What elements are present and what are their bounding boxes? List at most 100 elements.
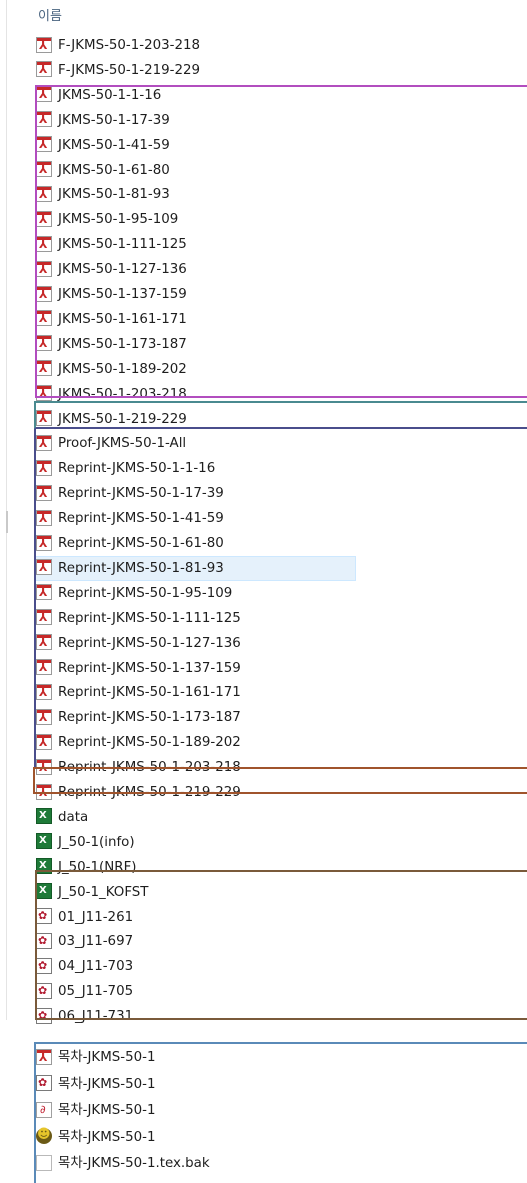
file-name: JKMS-50-1-137-159 — [58, 287, 187, 302]
file-row[interactable]: Reprint-JKMS-50-1-1-16 — [36, 456, 215, 481]
dvi-icon — [36, 957, 52, 974]
file-name: JKMS-50-1-1-16 — [58, 87, 162, 103]
pdf-icon — [36, 210, 52, 227]
file-row[interactable]: data — [36, 805, 88, 830]
file-name: 04_J11-703 — [58, 959, 134, 975]
dvi-icon — [36, 1075, 52, 1091]
file-name: 목차-JKMS-50-1 — [58, 1129, 156, 1145]
pdf-icon — [36, 609, 52, 626]
file-row[interactable]: JKMS-50-1-111-125 — [36, 232, 187, 257]
pdf-icon — [36, 459, 52, 476]
file-row[interactable]: JKMS-50-1-81-93 — [36, 182, 170, 207]
file-row[interactable]: JKMS-50-1-41-59 — [36, 133, 170, 158]
file-row[interactable]: J_50-1_KOFST — [36, 880, 148, 905]
file-row[interactable]: JKMS-50-1-17-39 — [36, 108, 170, 133]
file-name: Reprint-JKMS-50-1-189-202 — [58, 735, 241, 751]
file-row[interactable]: JKMS-50-1-189-202 — [36, 357, 187, 382]
file-name: Reprint-JKMS-50-1-111-125 — [58, 610, 241, 626]
file-row[interactable]: F-JKMS-50-1-203-218 — [36, 33, 200, 58]
file-name: JKMS-50-1-41-59 — [58, 137, 170, 153]
file-name: Reprint-JKMS-50-1-17-39 — [58, 486, 224, 502]
file-row[interactable]: Reprint-JKMS-50-1-189-202 — [36, 730, 241, 755]
file-row[interactable]: Reprint-JKMS-50-1-111-125 — [36, 606, 241, 631]
file-name: F-JKMS-50-1-219-229 — [58, 62, 201, 78]
file-name: Reprint-JKMS-50-1-61-80 — [58, 536, 224, 551]
file-row[interactable]: JKMS-50-1-95-109 — [36, 207, 178, 232]
file-name: Reprint-JKMS-50-1-161-171 — [58, 685, 241, 701]
pdf-icon — [36, 708, 52, 725]
pdf-icon — [36, 161, 52, 177]
file-name: JKMS-50-1-219-229 — [58, 411, 187, 427]
file-row[interactable]: Reprint-JKMS-50-1-61-80 — [36, 531, 224, 556]
file-name: JKMS-50-1-127-136 — [58, 262, 187, 278]
pdf-icon — [36, 559, 52, 576]
pdf-icon — [36, 136, 52, 153]
file-row[interactable]: 03_J11-697 — [36, 929, 133, 954]
file-row[interactable]: Reprint-JKMS-50-1-161-171 — [36, 680, 241, 705]
file-name: Reprint-JKMS-50-1-41-59 — [58, 511, 224, 527]
tex-icon — [36, 1127, 52, 1144]
file-name: J_50-1(NRF) — [58, 859, 137, 875]
file-name: Proof-JKMS-50-1-All — [58, 436, 187, 452]
excel-icon — [36, 833, 52, 850]
file-row[interactable]: JKMS-50-1-127-136 — [36, 257, 187, 282]
file-row[interactable]: Reprint-JKMS-50-1-95-109 — [36, 581, 232, 606]
pdf-icon — [36, 758, 52, 775]
file-row[interactable]: 05_J11-705 — [36, 979, 133, 1004]
pdf-icon — [36, 584, 52, 601]
column-header-name[interactable]: 이름 — [38, 6, 62, 28]
file-row[interactable]: Reprint-JKMS-50-1-17-39 — [36, 481, 224, 506]
dvi-icon — [36, 908, 52, 924]
pdf-icon — [36, 509, 52, 526]
file-row[interactable]: Reprint-JKMS-50-1-81-93 — [36, 555, 356, 581]
file-name: JKMS-50-1-161-171 — [58, 311, 187, 327]
excel-icon — [36, 858, 52, 875]
pane-resize-handle[interactable] — [6, 511, 8, 533]
file-name: JKMS-50-1-81-93 — [58, 187, 170, 203]
file-row[interactable]: F-JKMS-50-1-219-229 — [36, 58, 200, 83]
file-row[interactable]: Reprint-JKMS-50-1-137-159 — [36, 656, 241, 681]
file-row[interactable]: Reprint-JKMS-50-1-219-229 — [36, 780, 241, 805]
file-row[interactable]: 목차-JKMS-50-1 — [36, 1072, 155, 1097]
file-row[interactable]: 목차-JKMS-50-1 — [36, 1098, 155, 1123]
file-row[interactable]: JKMS-50-1-61-80 — [36, 158, 170, 183]
file-row[interactable]: JKMS-50-1-203-218 — [36, 382, 187, 407]
file-name: 03_J11-697 — [58, 934, 134, 950]
pdf-icon — [36, 36, 52, 53]
pdf-icon — [36, 260, 52, 277]
pdf-icon — [36, 634, 52, 651]
file-row[interactable]: 01_J11-261 — [36, 905, 133, 930]
file-row[interactable]: 목차-JKMS-50-1 — [36, 1045, 155, 1070]
file-row[interactable]: Proof-JKMS-50-1-All — [36, 431, 186, 456]
file-name: JKMS-50-1-61-80 — [58, 162, 170, 178]
file-row[interactable]: 목차-JKMS-50-1 — [36, 1125, 155, 1150]
file-row[interactable]: J_50-1(NRF) — [36, 855, 137, 880]
pdf-icon — [36, 111, 52, 128]
pdf-icon — [36, 534, 52, 551]
file-list-pane: 이름 F-JKMS-50-1-203-218 F-JKMS-50-1-219-22… — [0, 0, 527, 1024]
file-row[interactable]: JKMS-50-1-137-159 — [36, 282, 187, 307]
pdf-icon — [36, 484, 52, 501]
file-name: 01_J11-261 — [58, 909, 134, 925]
file-row[interactable]: JKMS-50-1-219-229 — [36, 407, 187, 432]
file-row[interactable]: JKMS-50-1-173-187 — [36, 332, 187, 357]
file-name: JKMS-50-1-173-187 — [58, 336, 187, 352]
file-row[interactable]: 목차-JKMS-50-1.tex.bak — [36, 1151, 210, 1176]
pdf-icon — [36, 733, 52, 750]
file-row[interactable]: 04_J11-703 — [36, 954, 133, 979]
file-row[interactable]: J_50-1(info) — [36, 830, 135, 855]
pdf-icon — [36, 310, 52, 327]
file-row[interactable]: Reprint-JKMS-50-1-41-59 — [36, 506, 224, 531]
file-row[interactable]: Reprint-JKMS-50-1-127-136 — [36, 631, 241, 656]
file-row[interactable]: Reprint-JKMS-50-1-203-218 — [36, 755, 241, 780]
file-name: JKMS-50-1-111-125 — [58, 237, 187, 253]
pdf-icon — [36, 434, 52, 451]
dvi-icon — [36, 932, 52, 949]
file-row[interactable]: JKMS-50-1-161-171 — [36, 307, 187, 332]
file-name: Reprint-JKMS-50-1-127-136 — [58, 635, 241, 651]
file-name: F-JKMS-50-1-203-218 — [58, 38, 201, 53]
file-row[interactable]: Reprint-JKMS-50-1-173-187 — [36, 705, 241, 730]
file-row[interactable]: JKMS-50-1-1-16 — [36, 83, 161, 108]
pdf-icon — [36, 385, 52, 402]
pdf-icon — [36, 86, 52, 103]
